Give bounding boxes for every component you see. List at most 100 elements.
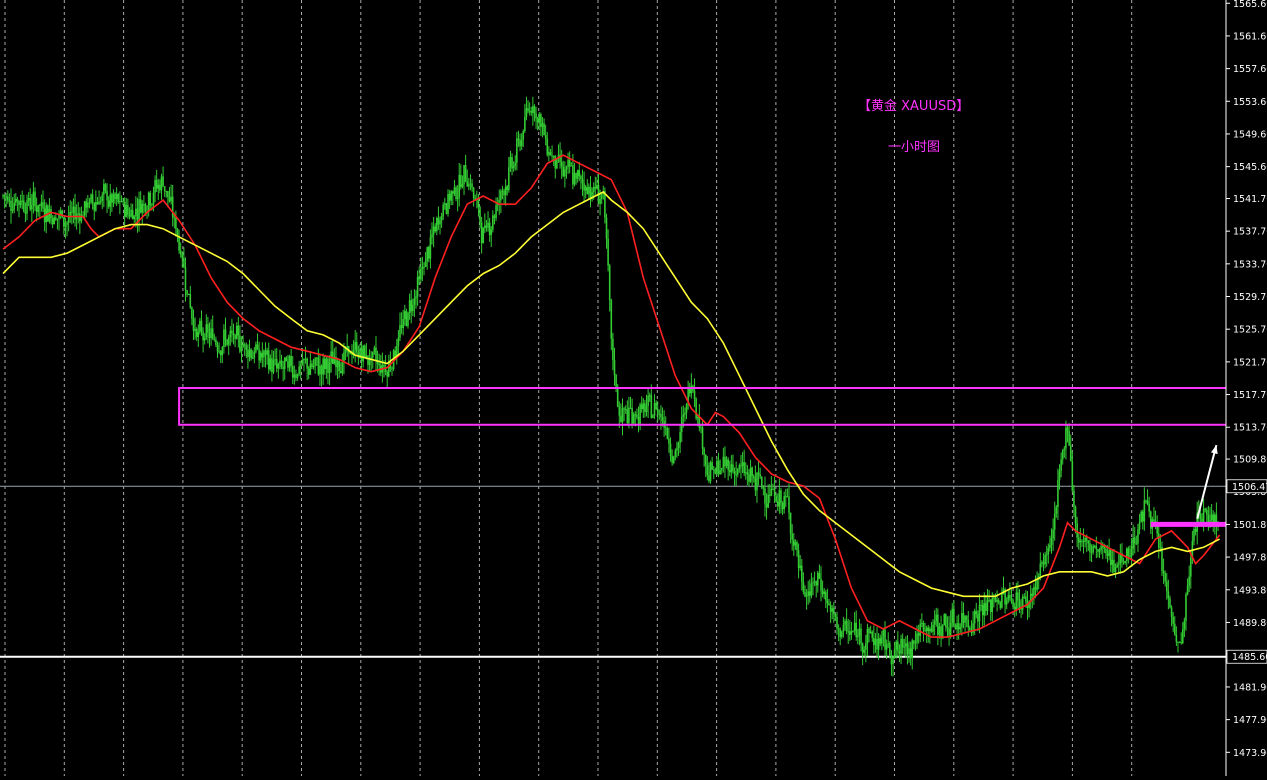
candle[interactable] [826, 588, 829, 613]
candle[interactable] [405, 308, 408, 327]
candle[interactable] [202, 327, 204, 353]
candle[interactable] [391, 366, 393, 376]
candle[interactable] [624, 405, 627, 414]
candle[interactable] [868, 627, 870, 643]
candle[interactable] [279, 349, 281, 370]
candle[interactable] [266, 347, 268, 365]
candle[interactable] [256, 333, 259, 351]
candle[interactable] [322, 353, 324, 385]
candle[interactable] [432, 216, 435, 248]
candle[interactable] [468, 177, 470, 191]
candle[interactable] [1098, 547, 1101, 558]
candle[interactable] [765, 493, 768, 520]
candle[interactable] [403, 304, 406, 326]
candle[interactable] [1057, 468, 1059, 520]
candle[interactable] [423, 262, 425, 276]
candle[interactable] [39, 203, 41, 219]
candle[interactable] [90, 193, 92, 205]
candle[interactable] [314, 356, 316, 374]
candle[interactable] [796, 540, 798, 557]
candle[interactable] [469, 174, 472, 191]
candle[interactable] [637, 406, 640, 433]
candle[interactable] [1079, 527, 1082, 552]
candle[interactable] [733, 467, 736, 486]
candle[interactable] [754, 465, 757, 496]
candle[interactable] [338, 358, 340, 378]
candle[interactable] [528, 102, 531, 116]
candle[interactable] [200, 310, 203, 336]
candle[interactable] [540, 112, 542, 136]
candle[interactable] [784, 488, 787, 508]
candle[interactable] [845, 608, 848, 635]
candle[interactable] [213, 333, 216, 342]
candle[interactable] [882, 627, 885, 647]
candle[interactable] [426, 246, 429, 270]
candle[interactable] [836, 611, 838, 635]
candle[interactable] [608, 263, 611, 312]
candle[interactable] [399, 312, 401, 342]
candle[interactable] [567, 152, 569, 174]
candle[interactable] [933, 610, 936, 636]
candle[interactable] [488, 217, 491, 242]
candle[interactable] [752, 474, 755, 483]
candle[interactable] [818, 564, 821, 579]
candle[interactable] [756, 472, 758, 503]
candle[interactable] [327, 355, 329, 385]
candle[interactable] [1188, 565, 1190, 593]
candle[interactable] [1037, 573, 1040, 590]
candle[interactable] [892, 655, 894, 677]
candle[interactable] [969, 625, 971, 631]
candle[interactable] [557, 144, 560, 163]
candle[interactable] [857, 628, 859, 645]
candle[interactable] [183, 247, 185, 269]
candle[interactable] [1122, 557, 1125, 565]
candle[interactable] [149, 190, 152, 210]
candle[interactable] [520, 133, 523, 150]
candle[interactable] [1186, 578, 1189, 596]
candle[interactable] [8, 193, 11, 208]
candle[interactable] [951, 603, 954, 628]
candle[interactable] [820, 566, 822, 602]
candle[interactable] [1012, 598, 1014, 610]
candle[interactable] [660, 405, 662, 430]
candle[interactable] [248, 339, 251, 362]
candle[interactable] [208, 322, 211, 348]
candle[interactable] [956, 615, 958, 640]
candle[interactable] [320, 364, 323, 387]
candle[interactable] [159, 179, 161, 194]
candle[interactable] [711, 456, 713, 471]
candle[interactable] [581, 169, 584, 197]
candle[interactable] [307, 366, 310, 380]
candle[interactable] [224, 317, 227, 347]
candle[interactable] [420, 257, 422, 283]
candle[interactable] [568, 151, 571, 174]
candle[interactable] [203, 333, 206, 345]
candle[interactable] [232, 323, 235, 345]
candle[interactable] [103, 179, 105, 208]
candle[interactable] [407, 311, 409, 329]
candle[interactable] [32, 181, 35, 214]
candle[interactable] [1100, 540, 1102, 555]
candle[interactable] [865, 634, 867, 663]
candle[interactable] [23, 194, 25, 213]
candle[interactable] [799, 555, 801, 571]
candle[interactable] [15, 193, 17, 206]
candle[interactable] [725, 456, 728, 469]
candle[interactable] [794, 539, 797, 550]
candle[interactable] [493, 214, 496, 225]
candle[interactable] [365, 343, 368, 360]
candle[interactable] [109, 183, 112, 217]
candle[interactable] [195, 327, 198, 342]
candle[interactable] [759, 467, 761, 480]
candle[interactable] [282, 360, 284, 382]
candle[interactable] [485, 220, 488, 232]
candle[interactable] [40, 194, 43, 212]
candle[interactable] [1180, 632, 1182, 645]
candle[interactable] [460, 164, 462, 190]
candle[interactable] [905, 636, 907, 658]
candle[interactable] [930, 621, 933, 633]
candle[interactable] [74, 193, 76, 227]
candle[interactable] [524, 103, 526, 133]
candle[interactable] [1065, 420, 1067, 460]
candle[interactable] [315, 357, 318, 367]
